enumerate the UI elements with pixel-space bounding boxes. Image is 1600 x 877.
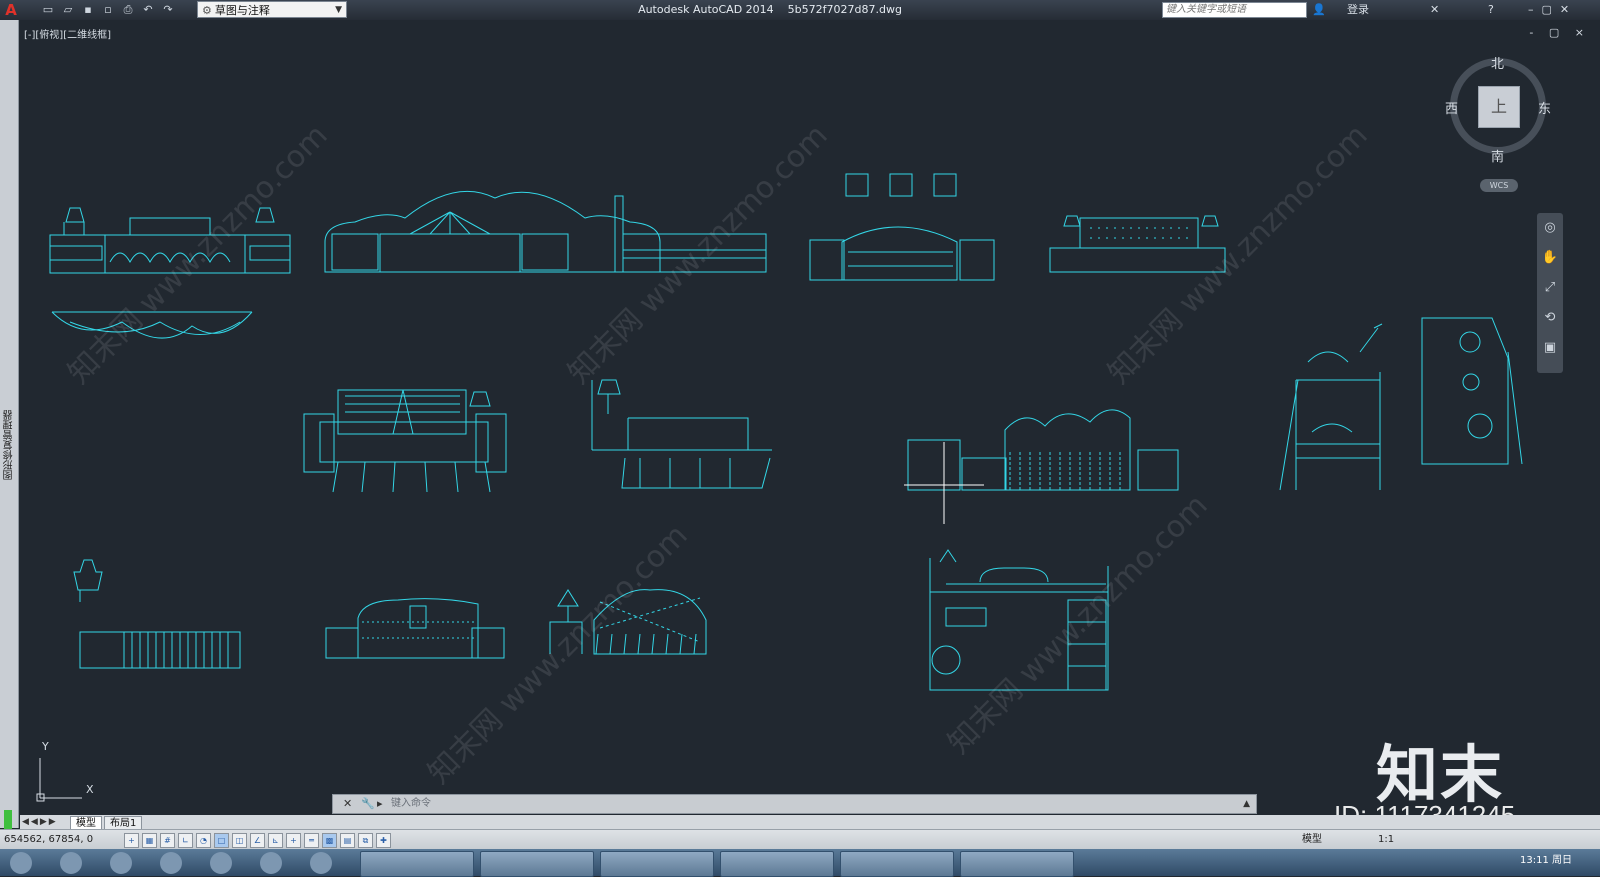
print-icon[interactable]: ⎙ — [120, 2, 136, 18]
transparency-icon[interactable]: ▩ — [322, 833, 337, 848]
selection-cycling-icon[interactable]: ⧉ — [358, 833, 373, 848]
taskbar-window[interactable] — [720, 851, 834, 877]
system-clock[interactable]: 13:11 周日 — [1520, 851, 1572, 866]
drafting-toggles: + ▦ # ∟ ◔ □ ◫ ∠ ⊾ + ═ ▩ ▤ ⧉ ✚ — [124, 833, 391, 848]
annotation-monitor-icon[interactable]: ✚ — [376, 833, 391, 848]
quick-access-toolbar: ▭ ▱ ▪ ▫ ⎙ ↶ ↷ — [40, 2, 176, 18]
start-button-icon[interactable] — [10, 852, 32, 874]
ortho-icon[interactable]: ∟ — [178, 833, 193, 848]
ucs-icon — [37, 758, 82, 801]
compass-north[interactable]: 北 — [1491, 53, 1504, 72]
bed-elevation-4[interactable] — [810, 174, 994, 280]
bed-elevation-6[interactable] — [304, 390, 506, 492]
taskbar-window[interactable] — [480, 851, 594, 877]
tab-layout1[interactable]: 布局1 — [104, 816, 143, 830]
window-controls[interactable]: –▢✕ — [1528, 0, 1577, 20]
bed-elevation-9[interactable] — [74, 560, 240, 668]
taskbar-window[interactable] — [600, 851, 714, 877]
wcs-menu[interactable]: WCS — [1480, 179, 1518, 192]
undo-icon[interactable]: ↶ — [140, 2, 156, 18]
pan-icon[interactable]: ✋ — [1537, 243, 1563, 273]
bed-elevation-8[interactable] — [904, 410, 1178, 524]
viewport-controls[interactable]: [-][俯视][二维线框] — [24, 26, 111, 41]
drawing-window-controls[interactable]: - ▢ × — [1529, 26, 1590, 39]
command-line[interactable]: ✕ 🔧 ▸ 键入命令 ▲ — [332, 794, 1257, 814]
coordinate-readout[interactable]: 654562, 67854, 0 — [4, 830, 93, 850]
annotation-scale[interactable]: 1:1 — [1378, 830, 1394, 850]
tab-navigation-arrows[interactable]: ◀◀▶▶ — [22, 815, 58, 829]
taskbar-app-icon[interactable] — [260, 852, 282, 874]
navigation-bar: ◎ ✋ ⤢ ⟲ ▣ — [1537, 213, 1563, 373]
new-file-icon[interactable]: ▭ — [40, 2, 56, 18]
save-as-icon[interactable]: ▫ — [100, 2, 116, 18]
otrack-icon[interactable]: ∠ — [250, 833, 265, 848]
tab-model[interactable]: 模型 — [70, 816, 102, 830]
viewcube-top-face[interactable]: 上 — [1478, 86, 1520, 128]
snap-icon[interactable]: ▦ — [142, 833, 157, 848]
taskbar-window[interactable] — [960, 851, 1074, 877]
bed-elevation-2[interactable] — [325, 191, 660, 272]
chevron-down-icon: ▼ — [335, 5, 342, 15]
compass-east[interactable]: 东 — [1538, 98, 1551, 117]
redo-icon[interactable]: ↷ — [160, 2, 176, 18]
left-palette: 图形修复管理器 — [0, 20, 19, 840]
autocad-logo-icon[interactable]: A — [3, 2, 19, 18]
exchange-icon[interactable]: ✕ — [1430, 0, 1439, 20]
infer-constraints-icon[interactable]: + — [124, 833, 139, 848]
lineweight-icon[interactable]: ═ — [304, 833, 319, 848]
gear-icon: ⚙ — [202, 4, 212, 17]
open-file-icon[interactable]: ▱ — [60, 2, 76, 18]
quick-properties-icon[interactable]: ▤ — [340, 833, 355, 848]
bunk-bed-side[interactable] — [1280, 324, 1382, 490]
steering-wheel-icon[interactable]: ◎ — [1537, 213, 1563, 243]
bunk-bed-end[interactable] — [1422, 318, 1522, 464]
taskbar-window[interactable] — [360, 851, 474, 877]
taskbar-app-icon[interactable] — [210, 852, 232, 874]
bed-elevation-7[interactable] — [592, 380, 772, 488]
taskbar-window[interactable] — [840, 851, 954, 877]
ucs-y-label: Y — [42, 740, 49, 753]
drawing-recovery-manager-tab[interactable]: 图形修复管理器 — [2, 410, 17, 480]
bed-elevation-10[interactable] — [326, 599, 504, 658]
3d-osnap-icon[interactable]: ◫ — [232, 833, 247, 848]
taskbar-app-icon[interactable] — [110, 852, 132, 874]
windows-taskbar: 13:11 周日 — [0, 849, 1600, 877]
taskbar-app-icon[interactable] — [310, 852, 332, 874]
compass-south[interactable]: 南 — [1491, 146, 1504, 165]
compass-west[interactable]: 西 — [1445, 98, 1458, 117]
help-button[interactable]: ? — [1488, 0, 1494, 20]
workspace-dropdown[interactable]: ⚙ 草图与注释 ▼ — [197, 1, 347, 18]
user-icon[interactable]: 👤 — [1312, 0, 1326, 20]
save-icon[interactable]: ▪ — [80, 2, 96, 18]
title-bar: A ▭ ▱ ▪ ▫ ⎙ ↶ ↷ ⚙ 草图与注释 ▼ Autodesk AutoCA… — [0, 0, 1600, 20]
login-button[interactable]: 登录 — [1347, 0, 1369, 20]
status-bar: 654562, 67854, 0 + ▦ # ∟ ◔ □ ◫ ∠ ⊾ + ═ ▩… — [0, 829, 1600, 850]
dyn-icon[interactable]: + — [286, 833, 301, 848]
taskbar-app-icon[interactable] — [160, 852, 182, 874]
layout-tabs: ◀◀▶▶ 模型 布局1 — [20, 815, 1600, 830]
chevron-up-icon[interactable]: ▲ — [1243, 796, 1250, 812]
window-title: Autodesk AutoCAD 2014 5b572f7027d87.dwg — [638, 3, 902, 16]
viewcube[interactable]: 上 北 南 西 东 — [1445, 57, 1551, 165]
search-input[interactable]: 键入关键字或短语 — [1162, 2, 1307, 18]
model-space-toggle[interactable]: 模型 — [1302, 830, 1322, 850]
close-icon[interactable]: ✕ — [343, 796, 352, 812]
command-prompt-icon: ▸ — [377, 797, 383, 810]
zoom-icon[interactable]: ⤢ — [1537, 273, 1563, 303]
ducs-icon[interactable]: ⊾ — [268, 833, 283, 848]
ucs-x-label: X — [86, 783, 94, 796]
osnap-icon[interactable]: □ — [214, 833, 229, 848]
taskbar-app-icon[interactable] — [60, 852, 82, 874]
workspace-label: 草图与注释 — [214, 4, 270, 17]
showmotion-icon[interactable]: ▣ — [1537, 333, 1563, 363]
grid-icon[interactable]: # — [160, 833, 175, 848]
polar-icon[interactable]: ◔ — [196, 833, 211, 848]
customize-icon[interactable]: 🔧 — [361, 796, 375, 812]
orbit-icon[interactable]: ⟲ — [1537, 303, 1563, 333]
command-input[interactable]: 键入命令 — [391, 796, 431, 812]
